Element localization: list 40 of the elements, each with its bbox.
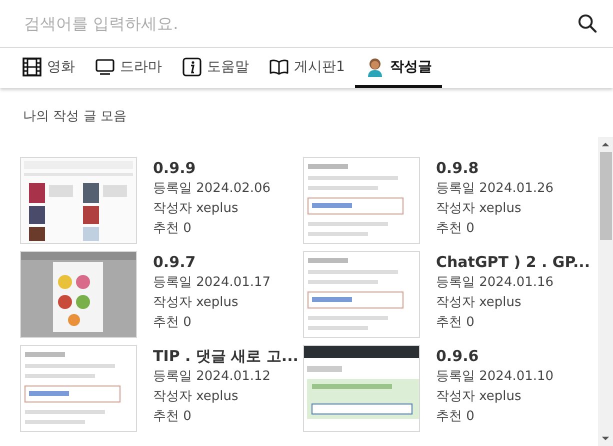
search-field[interactable]: 검색어를 입력하세요. — [22, 13, 578, 34]
post-likes: 추천 0 — [153, 220, 192, 238]
post-title[interactable]: 0.9.7 — [153, 252, 271, 273]
film-icon — [22, 56, 42, 76]
post-author: 작성자 xeplus — [436, 388, 522, 406]
post-likes: 추천 0 — [436, 220, 476, 238]
post-likes: 추천 0 — [153, 408, 192, 426]
post-author: 작성자 xeplus — [436, 294, 522, 312]
tab[interactable]: 게시판1 — [259, 48, 355, 88]
post-date: 등록일 2024.01.12 — [153, 368, 272, 386]
post-title[interactable]: ChatGPT ) 2 . GP... — [436, 252, 590, 273]
tab[interactable]: 작성글 — [354, 48, 442, 88]
post-likes: 추천 0 — [436, 314, 476, 332]
tab[interactable]: 도움말 — [172, 48, 259, 88]
post-author: 작성자 xeplus — [436, 200, 522, 218]
scrollbar-thumb[interactable] — [600, 152, 612, 240]
tab[interactable]: 드라마 — [85, 48, 172, 88]
post-author: 작성자 xeplus — [153, 294, 240, 312]
post-title[interactable]: 0.9.9 — [153, 158, 271, 179]
book-icon — [269, 56, 289, 76]
search-icon[interactable] — [578, 14, 597, 33]
scroll-up-icon[interactable] — [601, 140, 610, 149]
scroll-down-icon[interactable] — [601, 434, 610, 443]
post-date: 등록일 2024.01.10 — [436, 368, 554, 386]
post-date: 등록일 2024.01.17 — [153, 274, 271, 292]
monitor-icon — [95, 56, 115, 76]
post-author: 작성자 xeplus — [153, 388, 240, 406]
post-date: 등록일 2024.02.06 — [153, 180, 271, 198]
scrollbar[interactable] — [598, 137, 613, 446]
section-heading: 나의 작성 글 모음 — [22, 108, 128, 126]
post-title[interactable]: 0.9.6 — [436, 346, 554, 367]
post-date: 등록일 2024.01.26 — [436, 180, 554, 198]
tab[interactable]: 영화 — [12, 48, 85, 88]
post-likes: 추천 0 — [436, 408, 476, 426]
post-likes: 추천 0 — [153, 314, 192, 332]
info-icon — [182, 56, 202, 76]
post-title[interactable]: 0.9.8 — [436, 158, 554, 179]
post-title[interactable]: TIP . 댓글 새로 고... — [153, 346, 298, 367]
post-author: 작성자 xeplus — [153, 200, 240, 218]
post-date: 등록일 2024.01.16 — [436, 274, 555, 292]
